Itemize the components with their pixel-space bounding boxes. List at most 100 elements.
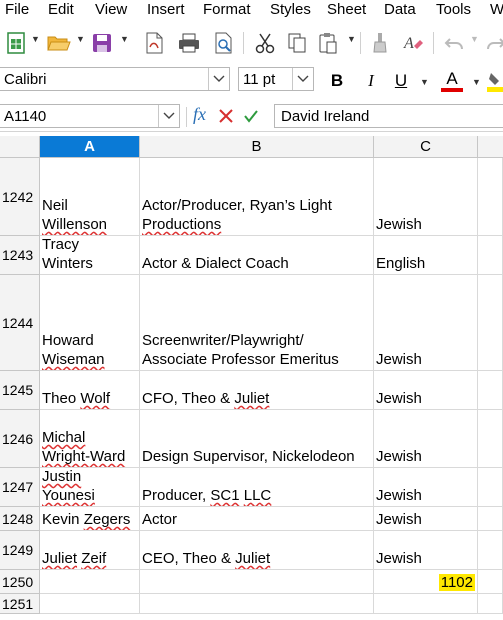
cell-b[interactable]: Actor: [140, 507, 374, 531]
open-folder-icon[interactable]: [45, 30, 73, 56]
cell-d[interactable]: [478, 236, 503, 275]
cell-c[interactable]: Jewish: [374, 158, 478, 236]
underline-dropdown-icon[interactable]: ▼: [420, 77, 429, 87]
cell-a[interactable]: Theo Wolf: [40, 371, 140, 410]
cancel-icon[interactable]: [218, 108, 234, 129]
column-header-a[interactable]: A: [40, 136, 140, 158]
row-header[interactable]: 1247: [0, 468, 40, 507]
menu-data[interactable]: Data: [384, 1, 416, 18]
paste-dropdown-icon[interactable]: ▼: [347, 34, 356, 44]
cell-a[interactable]: [40, 594, 140, 614]
menu-sheet[interactable]: Sheet: [327, 1, 366, 18]
print-preview-icon[interactable]: [210, 30, 238, 56]
cell-d[interactable]: [478, 531, 503, 570]
column-header-b[interactable]: B: [140, 136, 374, 158]
row-header[interactable]: 1245: [0, 371, 40, 410]
row-header[interactable]: 1249: [0, 531, 40, 570]
cell-d[interactable]: [478, 570, 503, 594]
cut-icon[interactable]: [251, 30, 279, 56]
cell-d[interactable]: [478, 594, 503, 614]
copy-icon[interactable]: [283, 30, 311, 56]
cell-c[interactable]: Jewish: [374, 468, 478, 507]
menu-format[interactable]: Format: [203, 1, 251, 18]
column-header-c[interactable]: C: [374, 136, 478, 158]
cell-c[interactable]: Jewish: [374, 371, 478, 410]
menu-styles[interactable]: Styles: [270, 1, 311, 18]
cell-b[interactable]: Producer, SC1 LLC: [140, 468, 374, 507]
cell-c[interactable]: Jewish: [374, 275, 478, 371]
accept-icon[interactable]: [243, 108, 259, 129]
chevron-down-icon[interactable]: [158, 105, 179, 127]
cell-b[interactable]: Design Supervisor, Nickelodeon: [140, 410, 374, 468]
row-header[interactable]: 1243: [0, 236, 40, 275]
cell-a[interactable]: Tracy Winters: [40, 236, 140, 275]
bold-button[interactable]: B: [326, 69, 348, 93]
row-header[interactable]: 1250: [0, 570, 40, 594]
function-wizard-icon[interactable]: fx: [193, 104, 206, 125]
cell-c[interactable]: Jewish: [374, 531, 478, 570]
cell-d[interactable]: [478, 371, 503, 410]
undo-dropdown-icon[interactable]: ▼: [470, 34, 479, 44]
clone-format-icon[interactable]: [366, 30, 394, 56]
row-header[interactable]: 1251: [0, 594, 40, 614]
menu-tools[interactable]: Tools: [436, 1, 471, 18]
font-size-box[interactable]: 11 pt: [238, 67, 314, 91]
cell-c[interactable]: 1102: [374, 570, 478, 594]
name-box[interactable]: A1140: [0, 104, 180, 128]
column-header-d[interactable]: [478, 136, 503, 158]
menu-edit[interactable]: Edit: [48, 1, 74, 18]
cell-a[interactable]: Kevin Zegers: [40, 507, 140, 531]
chevron-down-icon[interactable]: [292, 68, 313, 90]
menu-window[interactable]: W: [490, 1, 503, 18]
cell-d[interactable]: [478, 507, 503, 531]
row-header[interactable]: 1246: [0, 410, 40, 468]
cell-d[interactable]: [478, 275, 503, 371]
menu-insert[interactable]: Insert: [147, 1, 185, 18]
cell-d[interactable]: [478, 158, 503, 236]
cell-c[interactable]: Jewish: [374, 410, 478, 468]
font-color-button[interactable]: A: [440, 69, 464, 93]
menu-view[interactable]: View: [95, 1, 127, 18]
underline-button[interactable]: U: [390, 69, 412, 93]
cell-a[interactable]: Justin Younesi: [40, 468, 140, 507]
save-icon[interactable]: [88, 30, 116, 56]
cell-a[interactable]: Howard Wiseman: [40, 275, 140, 371]
cell-d[interactable]: [478, 468, 503, 507]
font-color-dropdown-icon[interactable]: ▼: [472, 77, 481, 87]
cell-b[interactable]: CFO, Theo & Juliet: [140, 371, 374, 410]
row-header[interactable]: 1244: [0, 275, 40, 371]
cell-a[interactable]: Michal Wright-Ward: [40, 410, 140, 468]
save-dropdown-icon[interactable]: ▼: [120, 34, 129, 44]
print-icon[interactable]: [175, 30, 203, 56]
row-header[interactable]: 1248: [0, 507, 40, 531]
font-name-box[interactable]: Calibri: [0, 67, 230, 91]
chevron-down-icon[interactable]: [208, 68, 229, 90]
new-spreadsheet-icon[interactable]: [2, 30, 30, 56]
export-pdf-icon[interactable]: [140, 30, 168, 56]
cell-c[interactable]: [374, 594, 478, 614]
cell-b[interactable]: Actor & Dialect Coach: [140, 236, 374, 275]
cell-c[interactable]: English: [374, 236, 478, 275]
formula-input[interactable]: David Ireland: [274, 104, 503, 128]
open-dropdown-icon[interactable]: ▼: [76, 34, 85, 44]
paste-icon[interactable]: [314, 30, 342, 56]
cell-a[interactable]: Neil Willenson: [40, 158, 140, 236]
undo-icon[interactable]: [440, 30, 468, 56]
cell-d[interactable]: [478, 410, 503, 468]
cell-b[interactable]: Actor/Producer, Ryan’s Light Productions: [140, 158, 374, 236]
clear-format-icon[interactable]: A: [399, 30, 427, 56]
redo-icon[interactable]: [482, 30, 503, 56]
menu-file[interactable]: File: [5, 1, 29, 18]
italic-button[interactable]: I: [360, 69, 382, 93]
cell-a[interactable]: [40, 570, 140, 594]
new-dropdown-icon[interactable]: ▼: [31, 34, 40, 44]
cell-a[interactable]: Juliet Zeif: [40, 531, 140, 570]
cell-c[interactable]: Jewish: [374, 507, 478, 531]
cell-b[interactable]: CEO, Theo & Juliet: [140, 531, 374, 570]
cell-b[interactable]: [140, 570, 374, 594]
row-header[interactable]: 1242: [0, 158, 40, 236]
select-all-corner[interactable]: [0, 136, 40, 158]
highlight-color-icon[interactable]: [487, 69, 503, 93]
cell-b[interactable]: Screenwriter/Playwright/Associate Profes…: [140, 275, 374, 371]
cell-b[interactable]: [140, 594, 374, 614]
